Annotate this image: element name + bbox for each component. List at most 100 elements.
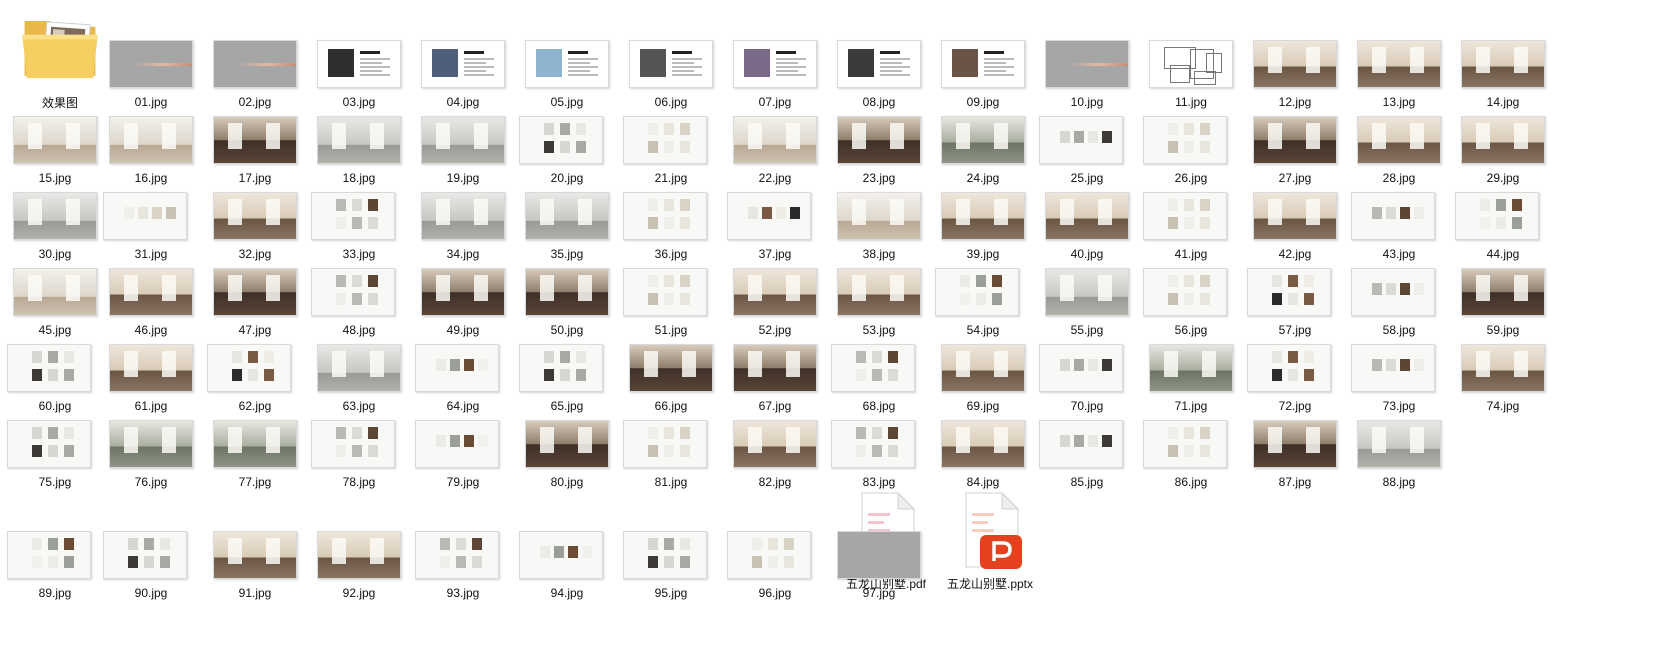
file-item[interactable]: 33.jpg [311,192,407,272]
file-item[interactable]: 35.jpg [519,192,615,272]
file-item[interactable]: 21.jpg [623,116,719,196]
file-item[interactable]: 57.jpg [1247,268,1343,348]
file-item[interactable]: 04.jpg [415,40,511,120]
file-item[interactable]: 15.jpg [7,116,103,196]
file-item[interactable]: 81.jpg [623,420,719,500]
file-item[interactable]: 52.jpg [727,268,823,348]
file-item[interactable]: 30.jpg [7,192,103,272]
file-item[interactable]: 06.jpg [623,40,719,120]
file-item[interactable]: 02.jpg [207,40,303,120]
file-item[interactable]: 40.jpg [1039,192,1135,272]
file-item[interactable]: 54.jpg [935,268,1031,348]
file-item[interactable]: 73.jpg [1351,344,1447,424]
file-item[interactable]: 11.jpg [1143,40,1239,120]
file-item[interactable]: 16.jpg [103,116,199,196]
file-item[interactable]: 69.jpg [935,344,1031,424]
file-item[interactable]: 56.jpg [1143,268,1239,348]
file-thumbnail [1351,344,1435,392]
file-item[interactable]: 24.jpg [935,116,1031,196]
file-item[interactable]: 83.jpg [831,420,927,500]
file-item[interactable]: 25.jpg [1039,116,1135,196]
folder-item[interactable]: 效果图 [12,0,108,110]
file-item[interactable]: 74.jpg [1455,344,1551,424]
file-item[interactable]: 82.jpg [727,420,823,500]
file-item[interactable]: 68.jpg [831,344,927,424]
file-item[interactable]: 96.jpg [727,531,823,611]
file-item[interactable]: 58.jpg [1351,268,1447,348]
file-item[interactable]: 97.jpg [831,531,927,611]
file-item[interactable]: 79.jpg [415,420,511,500]
file-item[interactable]: 51.jpg [623,268,719,348]
file-item[interactable]: 18.jpg [311,116,407,196]
file-item[interactable]: 45.jpg [7,268,103,348]
file-item[interactable]: 41.jpg [1143,192,1239,272]
file-item[interactable]: 61.jpg [103,344,199,424]
file-item[interactable]: 38.jpg [831,192,927,272]
file-item[interactable]: 88.jpg [1351,420,1447,500]
file-item[interactable]: 14.jpg [1455,40,1551,120]
file-item[interactable]: 26.jpg [1143,116,1239,196]
file-item[interactable]: 92.jpg [311,531,407,611]
file-item[interactable]: 71.jpg [1143,344,1239,424]
file-item[interactable]: 42.jpg [1247,192,1343,272]
file-item[interactable]: 43.jpg [1351,192,1447,272]
file-item[interactable]: 17.jpg [207,116,303,196]
file-item[interactable]: 60.jpg [7,344,103,424]
file-item[interactable]: 87.jpg [1247,420,1343,500]
file-item[interactable]: 75.jpg [7,420,103,500]
file-item[interactable]: 95.jpg [623,531,719,611]
file-item[interactable]: 28.jpg [1351,116,1447,196]
pptx-file-item[interactable]: 五龙山别墅.pptx [942,491,1038,591]
file-item[interactable]: 93.jpg [415,531,511,611]
file-item[interactable]: 76.jpg [103,420,199,500]
file-item[interactable]: 13.jpg [1351,40,1447,120]
file-item[interactable]: 36.jpg [623,192,719,272]
file-item[interactable]: 31.jpg [103,192,199,272]
file-item[interactable]: 63.jpg [311,344,407,424]
file-item[interactable]: 39.jpg [935,192,1031,272]
file-item[interactable]: 86.jpg [1143,420,1239,500]
file-item[interactable]: 66.jpg [623,344,719,424]
file-item[interactable]: 03.jpg [311,40,407,120]
file-item[interactable]: 64.jpg [415,344,511,424]
file-item[interactable]: 32.jpg [207,192,303,272]
file-item[interactable]: 07.jpg [727,40,823,120]
file-item[interactable]: 50.jpg [519,268,615,348]
file-item[interactable]: 80.jpg [519,420,615,500]
file-item[interactable]: 91.jpg [207,531,303,611]
file-item[interactable]: 20.jpg [519,116,615,196]
file-item[interactable]: 08.jpg [831,40,927,120]
file-item[interactable]: 94.jpg [519,531,615,611]
file-item[interactable]: 23.jpg [831,116,927,196]
file-item[interactable]: 22.jpg [727,116,823,196]
file-item[interactable]: 27.jpg [1247,116,1343,196]
file-item[interactable]: 62.jpg [207,344,303,424]
file-item[interactable]: 89.jpg [7,531,103,611]
file-item[interactable]: 72.jpg [1247,344,1343,424]
file-item[interactable]: 29.jpg [1455,116,1551,196]
file-item[interactable]: 77.jpg [207,420,303,500]
file-item[interactable]: 46.jpg [103,268,199,348]
file-item[interactable]: 48.jpg [311,268,407,348]
file-item[interactable]: 12.jpg [1247,40,1343,120]
file-item[interactable]: 59.jpg [1455,268,1551,348]
file-item[interactable]: 90.jpg [103,531,199,611]
file-item[interactable]: 01.jpg [103,40,199,120]
file-item[interactable]: 10.jpg [1039,40,1135,120]
file-item[interactable]: 78.jpg [311,420,407,500]
file-item[interactable]: 37.jpg [727,192,823,272]
file-item[interactable]: 70.jpg [1039,344,1135,424]
file-item[interactable]: 65.jpg [519,344,615,424]
file-item[interactable]: 84.jpg [935,420,1031,500]
file-item[interactable]: 19.jpg [415,116,511,196]
file-item[interactable]: 55.jpg [1039,268,1135,348]
file-item[interactable]: 09.jpg [935,40,1031,120]
file-item[interactable]: 85.jpg [1039,420,1135,500]
file-item[interactable]: 53.jpg [831,268,927,348]
file-item[interactable]: 44.jpg [1455,192,1551,272]
file-item[interactable]: 67.jpg [727,344,823,424]
file-item[interactable]: 05.jpg [519,40,615,120]
file-item[interactable]: 34.jpg [415,192,511,272]
file-item[interactable]: 47.jpg [207,268,303,348]
file-item[interactable]: 49.jpg [415,268,511,348]
